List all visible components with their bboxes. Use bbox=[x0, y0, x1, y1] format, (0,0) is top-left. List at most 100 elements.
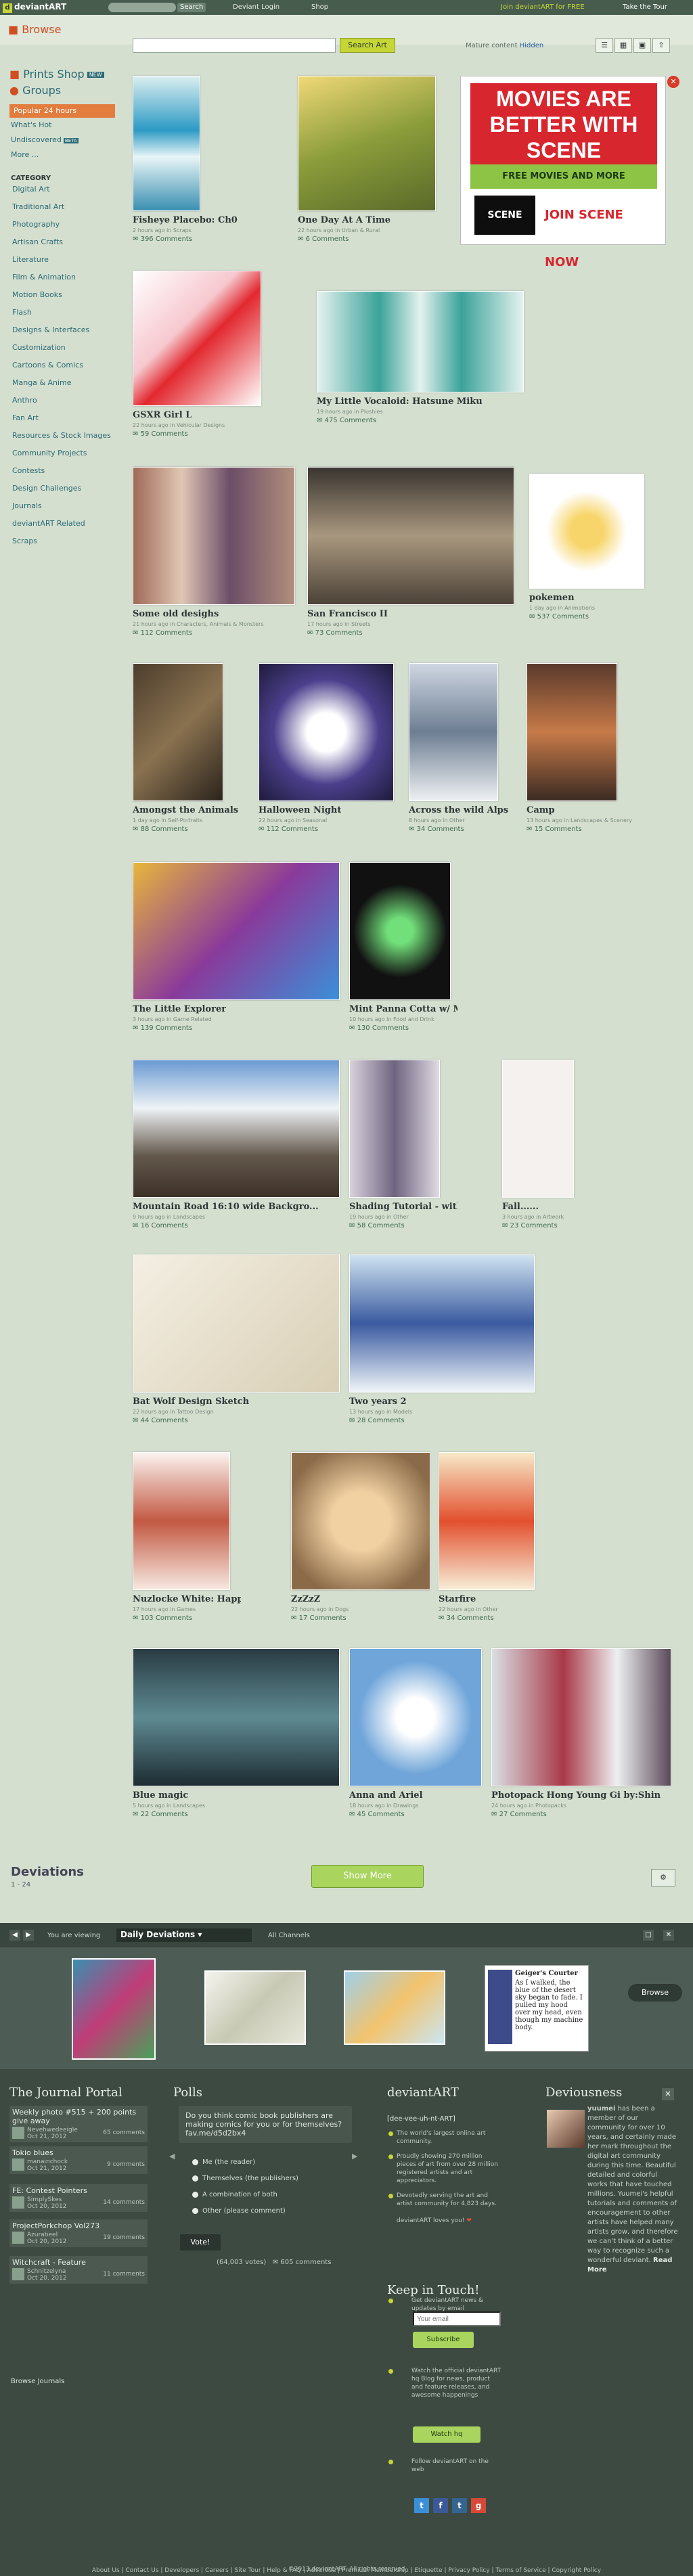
deviation-title[interactable]: Starfire bbox=[439, 1594, 476, 1604]
deviation-comments[interactable]: ✉ 17 Comments bbox=[291, 1614, 346, 1622]
channel-select[interactable]: Daily Deviations ▾ bbox=[116, 1928, 252, 1942]
deviation-comments[interactable]: ✉ 6 Comments bbox=[298, 235, 349, 243]
journal-title[interactable]: ProjectPorkchop Vol273 bbox=[9, 2219, 148, 2230]
category-item[interactable]: Anthro bbox=[12, 396, 122, 413]
deviation-comments[interactable]: ✉ 28 Comments bbox=[349, 1417, 405, 1424]
deviation-comments[interactable]: ✉ 34 Comments bbox=[439, 1614, 494, 1622]
sidebar-more[interactable]: More ... bbox=[11, 148, 122, 162]
deviation-title[interactable]: Two years 2 bbox=[349, 1397, 407, 1407]
deviation-title[interactable]: Blue magic bbox=[133, 1790, 188, 1801]
sidebar-whats-hot[interactable]: What's Hot bbox=[11, 118, 122, 133]
top-search-input[interactable] bbox=[108, 3, 176, 12]
avatar[interactable] bbox=[12, 2196, 24, 2209]
nav-shop[interactable]: Shop bbox=[311, 3, 328, 11]
sidebar-prints-shop[interactable]: ■ Prints Shop NEW bbox=[9, 68, 122, 84]
category-item[interactable]: Journals bbox=[12, 501, 122, 519]
deviation-thumbnail[interactable] bbox=[529, 474, 644, 589]
deviation-comments[interactable]: ✉ 27 Comments bbox=[491, 1811, 547, 1818]
journal-title[interactable]: Witchcraft - Feature bbox=[9, 2256, 148, 2267]
deviation-title[interactable]: GSXR Girl L bbox=[133, 410, 192, 420]
deviation-comments[interactable]: ✉ 139 Comments bbox=[133, 1024, 192, 1032]
deviation-thumbnail[interactable] bbox=[349, 862, 451, 1000]
category-item[interactable]: Contests bbox=[12, 466, 122, 484]
next-arrow-icon[interactable]: ▶ bbox=[23, 1930, 34, 1941]
deviation-title[interactable]: Fisheye Placebo: Ch0 - Par... bbox=[133, 215, 241, 225]
poll-option-1[interactable]: Me (the reader) bbox=[192, 2159, 255, 2166]
deviousness-user[interactable]: yuumei bbox=[587, 2105, 615, 2112]
journal-author[interactable]: Nevehwedeeigle bbox=[27, 2127, 78, 2133]
deviation-title[interactable]: Camp bbox=[527, 805, 555, 815]
journal-comments[interactable]: 65 comments bbox=[103, 2129, 145, 2136]
search-art-button[interactable]: Search Art bbox=[340, 38, 395, 53]
deviation-thumbnail[interactable] bbox=[133, 76, 200, 211]
category-item[interactable]: Digital Art bbox=[12, 185, 122, 202]
category-item[interactable]: Design Challenges bbox=[12, 484, 122, 501]
prev-arrow-icon[interactable]: ◀ bbox=[9, 1930, 20, 1941]
deviation-thumbnail[interactable] bbox=[133, 862, 340, 1000]
deviation-comments[interactable]: ✉ 103 Comments bbox=[133, 1614, 192, 1622]
journal-author[interactable]: manainchock bbox=[27, 2159, 68, 2165]
category-item[interactable]: Motion Books bbox=[12, 290, 122, 308]
deviation-comments[interactable]: ✉ 45 Comments bbox=[349, 1811, 405, 1818]
category-item[interactable]: Cartoons & Comics bbox=[12, 361, 122, 378]
browse-journals-link[interactable]: Browse Journals bbox=[11, 2378, 64, 2385]
deviation-thumbnail[interactable] bbox=[409, 663, 498, 801]
deviation-comments[interactable]: ✉ 58 Comments bbox=[349, 1222, 405, 1229]
poll-prev-icon[interactable]: ◀ bbox=[169, 2152, 175, 2161]
deviation-title[interactable]: Across the wild Alps bbox=[409, 805, 508, 815]
deviation-thumbnail[interactable] bbox=[133, 1452, 230, 1590]
category-item[interactable]: deviantART Related bbox=[12, 519, 122, 537]
list-view-icon[interactable]: ☰ bbox=[596, 38, 613, 53]
vote-button[interactable]: Vote! bbox=[180, 2234, 221, 2251]
deviation-thumbnail[interactable] bbox=[439, 1452, 535, 1590]
avatar[interactable] bbox=[12, 2127, 24, 2139]
journal-comments[interactable]: 11 comments bbox=[103, 2271, 145, 2278]
deviation-thumbnail[interactable] bbox=[491, 1648, 671, 1786]
deviation-thumbnail[interactable] bbox=[133, 1648, 340, 1786]
deviation-comments[interactable]: ✉ 88 Comments bbox=[133, 826, 188, 833]
deviation-title[interactable]: pokemen bbox=[529, 593, 575, 603]
deviation-comments[interactable]: ✉ 112 Comments bbox=[259, 826, 318, 833]
gear-icon[interactable]: ⚙ bbox=[651, 1869, 675, 1886]
deviation-title[interactable]: Mountain Road 16:10 wide Backgro... bbox=[133, 1202, 319, 1212]
avatar[interactable] bbox=[12, 2232, 24, 2244]
deviantart-logo[interactable]: d deviantART bbox=[3, 2, 66, 13]
top-search-button[interactable]: Search bbox=[177, 3, 206, 12]
journal-comments[interactable]: 19 comments bbox=[103, 2234, 145, 2241]
category-item[interactable]: Traditional Art bbox=[12, 202, 122, 220]
journal-title[interactable]: Weekly photo #515 + 200 points give away bbox=[9, 2106, 148, 2125]
avatar[interactable] bbox=[12, 2268, 24, 2280]
expand-view-icon[interactable]: ⇧ bbox=[652, 38, 670, 53]
take-tour-link[interactable]: Take the Tour bbox=[623, 3, 667, 11]
daily-browse-button[interactable]: Browse bbox=[628, 1984, 682, 2002]
category-item[interactable]: Designs & Interfaces bbox=[12, 325, 122, 343]
poll-next-icon[interactable]: ▶ bbox=[352, 2152, 357, 2161]
category-item[interactable]: Artisan Crafts bbox=[12, 238, 122, 255]
deviation-comments[interactable]: ✉ 44 Comments bbox=[133, 1417, 188, 1424]
avatar[interactable] bbox=[12, 2159, 24, 2171]
deviation-comments[interactable]: ✉ 73 Comments bbox=[307, 629, 363, 637]
poll-option-4[interactable]: Other (please comment) bbox=[192, 2207, 286, 2215]
daily-thumb-2[interactable] bbox=[204, 1970, 306, 2045]
deviation-comments[interactable]: ✉ 112 Comments bbox=[133, 629, 192, 637]
deviation-title[interactable]: Some old desighs bbox=[133, 609, 219, 619]
deviation-comments[interactable]: ✉ 396 Comments bbox=[133, 235, 192, 243]
ad-close-icon[interactable]: ✕ bbox=[667, 76, 679, 88]
deviation-title[interactable]: Photopack Hong Young Gi by:Shin bbox=[491, 1790, 661, 1801]
deviation-comments[interactable]: ✉ 22 Comments bbox=[133, 1811, 188, 1818]
popout-icon[interactable]: □ bbox=[643, 1930, 654, 1941]
join-link[interactable]: Join deviantART for FREE bbox=[501, 3, 585, 11]
deviation-thumbnail[interactable] bbox=[133, 271, 261, 406]
close-footer-icon[interactable]: ✕ bbox=[662, 2088, 674, 2100]
grid-view-icon[interactable]: ▦ bbox=[614, 38, 632, 53]
category-item[interactable]: Fan Art bbox=[12, 413, 122, 431]
poll-option-3[interactable]: A combination of both bbox=[192, 2191, 277, 2198]
journal-item[interactable]: Witchcraft - Feature Schnitzelyna Oct 20, … bbox=[9, 2256, 148, 2284]
deviation-title[interactable]: The Little Explorer bbox=[133, 1004, 226, 1014]
nav-deviant-login[interactable]: Deviant Login bbox=[233, 3, 280, 11]
deviation-comments[interactable]: ✉ 16 Comments bbox=[133, 1222, 188, 1229]
deviation-thumbnail[interactable] bbox=[502, 1060, 574, 1198]
deviation-thumbnail[interactable] bbox=[317, 291, 524, 392]
journal-item[interactable]: Weekly photo #515 + 200 points give away… bbox=[9, 2106, 148, 2142]
deviation-thumbnail[interactable] bbox=[307, 467, 514, 605]
